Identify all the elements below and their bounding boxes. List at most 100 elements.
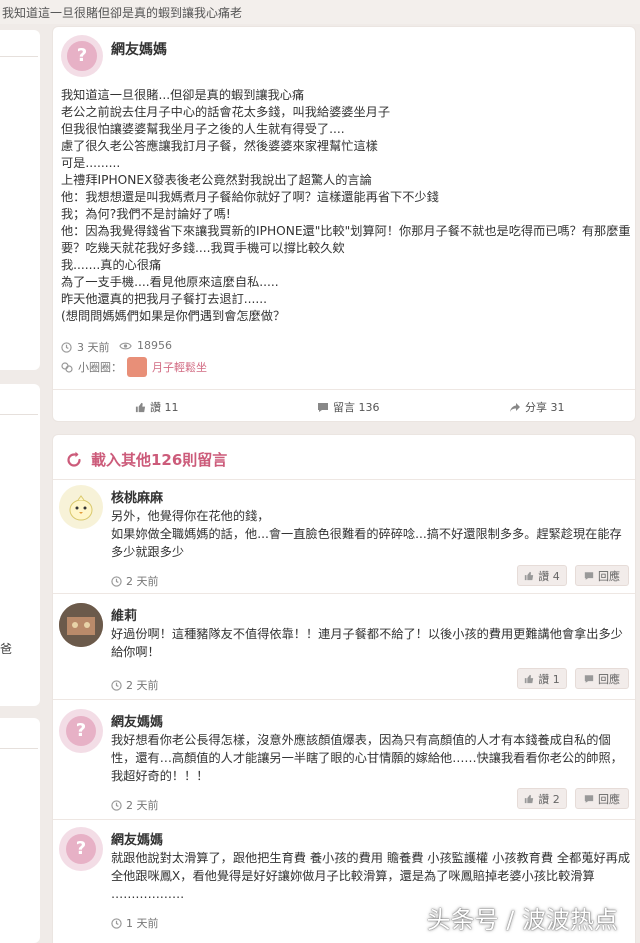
- like-count: 讚 1: [538, 672, 560, 686]
- comment-author[interactable]: 網友媽媽: [111, 711, 163, 730]
- comment-body: 就跟他說對太滑算了，跟他把生育費 養小孩的費用 贍養費 小孩監護權 小孩教育費 …: [111, 849, 631, 903]
- share-label: 分享 31: [525, 401, 565, 414]
- comment-icon: [318, 402, 328, 412]
- group-thumbnail[interactable]: [127, 357, 147, 377]
- page-title: 我知道這一旦很賭但卻是真的蝦到讓我心痛老: [2, 6, 243, 20]
- post-line: 我知道這一旦很賭...但卻是真的蝦到讓我心痛: [61, 88, 305, 102]
- reply-icon: [584, 571, 594, 580]
- comment-button[interactable]: 留言 136: [317, 399, 380, 415]
- comment-time: 1 天前: [111, 915, 159, 931]
- post-group: 小圈圈： 月子輕鬆坐: [61, 357, 207, 377]
- share-button[interactable]: 分享 31: [509, 399, 565, 415]
- comment-like-button[interactable]: 讚 1: [517, 668, 567, 689]
- post-line: 為了一支手機....看見他原來這麼自私.....: [61, 275, 279, 289]
- avatar[interactable]: ?: [59, 709, 103, 753]
- post-line: 我.......真的心很痛: [61, 258, 162, 272]
- default-avatar-icon: ?: [65, 833, 97, 865]
- like-count: 讚 4: [538, 569, 560, 583]
- post-line: 他：我想想還是叫我媽煮月子餐給你就好了啊？這樣還能再省下不少錢: [61, 190, 439, 204]
- reply-icon: [584, 794, 594, 803]
- comment-time: 2 天前: [111, 797, 159, 813]
- comment-body: 我好想看你老公長得怎樣，沒意外應該顏值爆表，因為只有高顏值的人才有本錢養成自私的…: [111, 731, 631, 785]
- divider: [0, 414, 38, 415]
- group-label: 小圈圈：: [78, 361, 122, 374]
- comment-line: 就跟他說對太滑算了，跟他把生育費 養小孩的費用 贍養費 小孩監護權 小孩教育費 …: [111, 851, 631, 883]
- comment-time: 2 天前: [111, 677, 159, 693]
- clock-icon: [111, 799, 122, 811]
- comment-like-button[interactable]: 讚 2: [517, 788, 567, 809]
- refresh-icon: [67, 451, 81, 467]
- comment-body: 好過份啊！這種豬隊友不值得依靠！！連月子餐都不給了！以後小孩的費用更難講他會拿出…: [111, 625, 631, 661]
- comment-time-text: 2 天前: [126, 679, 159, 692]
- post-views: 18956: [119, 339, 172, 352]
- like-label: 讚 11: [150, 401, 179, 414]
- avatar[interactable]: ?: [59, 827, 103, 871]
- thumbs-up-icon: [525, 794, 534, 803]
- post-line: 昨天他還真的把我月子餐打去退訂......: [61, 292, 268, 306]
- comments-card: 載入其他126則留言 核桃麻麻 另外，他覺得你在花他的錢， 如果妳做全職媽媽的話…: [52, 434, 636, 943]
- avatar[interactable]: [59, 485, 103, 529]
- like-count: 讚 2: [538, 792, 560, 806]
- eye-icon: [119, 342, 132, 349]
- post-line: 可是.........: [61, 156, 121, 170]
- comment-author[interactable]: 核桃麻麻: [111, 487, 163, 506]
- comment-time: 2 天前: [111, 573, 159, 589]
- post-author[interactable]: 網友媽媽: [111, 39, 167, 59]
- post-line: (想問問媽媽們如果是你們遇到會怎麼做？: [61, 309, 286, 323]
- comment-time-text: 2 天前: [126, 799, 159, 812]
- post-line: 老公之前說去住月子中心的話會花太多錢，叫我給婆婆坐月子: [61, 105, 391, 119]
- reply-button[interactable]: 回應: [575, 668, 629, 689]
- reply-label: 回應: [598, 672, 620, 686]
- post-line: 慮了很久老公答應讓我訂月子餐，然後婆婆來家裡幫忙這樣: [61, 139, 378, 153]
- clock-icon: [111, 917, 122, 929]
- comment-line: 如果妳做全職媽媽的話，他...會一直臉色很難看的碎碎唸...搞不好還限制多多。趕…: [111, 527, 622, 559]
- like-button[interactable]: 讚 11: [135, 399, 179, 415]
- comment-line: 好過份啊！這種豬隊友不值得依靠！！連月子餐都不給了！以後小孩的費用更難講他會拿出…: [111, 627, 623, 659]
- reply-button[interactable]: 回應: [575, 565, 629, 586]
- post-line: 上禮拜IPHONEX發表後老公竟然對我說出了超驚人的言論: [61, 173, 372, 187]
- clock-icon: [111, 575, 122, 587]
- post-time: 3 天前: [61, 339, 110, 355]
- post-line: 他：因為我覺得錢省下來讓我買新的IPHONE還"比較"划算阿！你那月子餐不就也是…: [61, 224, 631, 255]
- divider: [53, 593, 635, 594]
- divider: [0, 748, 38, 749]
- post-line: 但我很怕讓婆婆幫我坐月子之後的人生就有得受了....: [61, 122, 345, 136]
- clock-icon: [111, 679, 122, 691]
- comment-author[interactable]: 維莉: [111, 605, 137, 624]
- thumbs-up-icon: [525, 674, 534, 683]
- chick-avatar-icon: [69, 495, 93, 521]
- comment-like-button[interactable]: 讚 4: [517, 565, 567, 586]
- comment-label: 留言 136: [333, 401, 380, 414]
- comment-body: 另外，他覺得你在花他的錢， 如果妳做全職媽媽的話，他...會一直臉色很難看的碎碎…: [111, 507, 631, 561]
- post-line: 我；為何?我們不是討論好了嗎!: [61, 207, 231, 221]
- left-column-card-3: [0, 718, 40, 943]
- share-icon: [510, 402, 520, 412]
- left-column-card-2: 爸: [0, 384, 40, 706]
- reply-icon: [584, 674, 594, 683]
- truncated-text: 爸: [0, 642, 13, 656]
- reply-button[interactable]: 回應: [575, 788, 629, 809]
- comment-author[interactable]: 網友媽媽: [111, 829, 163, 848]
- comment-line: 另外，他覺得你在花他的錢，: [111, 509, 270, 523]
- divider: [53, 389, 635, 390]
- comment-line: 我好想看你老公長得怎樣，沒意外應該顏值爆表，因為只有高顏值的人才有本錢養成自私的…: [111, 733, 623, 783]
- post-time-text: 3 天前: [77, 341, 110, 354]
- default-avatar-icon: ?: [65, 715, 97, 747]
- left-column-card-1: [0, 30, 40, 370]
- comment-time-text: 1 天前: [126, 917, 159, 930]
- avatar[interactable]: ?: [61, 35, 103, 77]
- divider: [53, 699, 635, 700]
- post-views-count: 18956: [137, 339, 172, 352]
- thumbs-up-icon: [525, 571, 534, 580]
- group-icon: [61, 361, 73, 373]
- comment-time-text: 2 天前: [126, 575, 159, 588]
- load-more-comments-button[interactable]: 載入其他126則留言: [65, 449, 227, 470]
- divider: [53, 479, 635, 480]
- default-avatar-icon: ?: [67, 41, 97, 71]
- load-more-label: 載入其他126則留言: [91, 451, 228, 469]
- group-link[interactable]: 月子輕鬆坐: [152, 359, 207, 375]
- avatar[interactable]: [59, 603, 103, 647]
- reply-label: 回應: [598, 792, 620, 806]
- photo-avatar-icon: [59, 603, 103, 647]
- reply-label: 回應: [598, 569, 620, 583]
